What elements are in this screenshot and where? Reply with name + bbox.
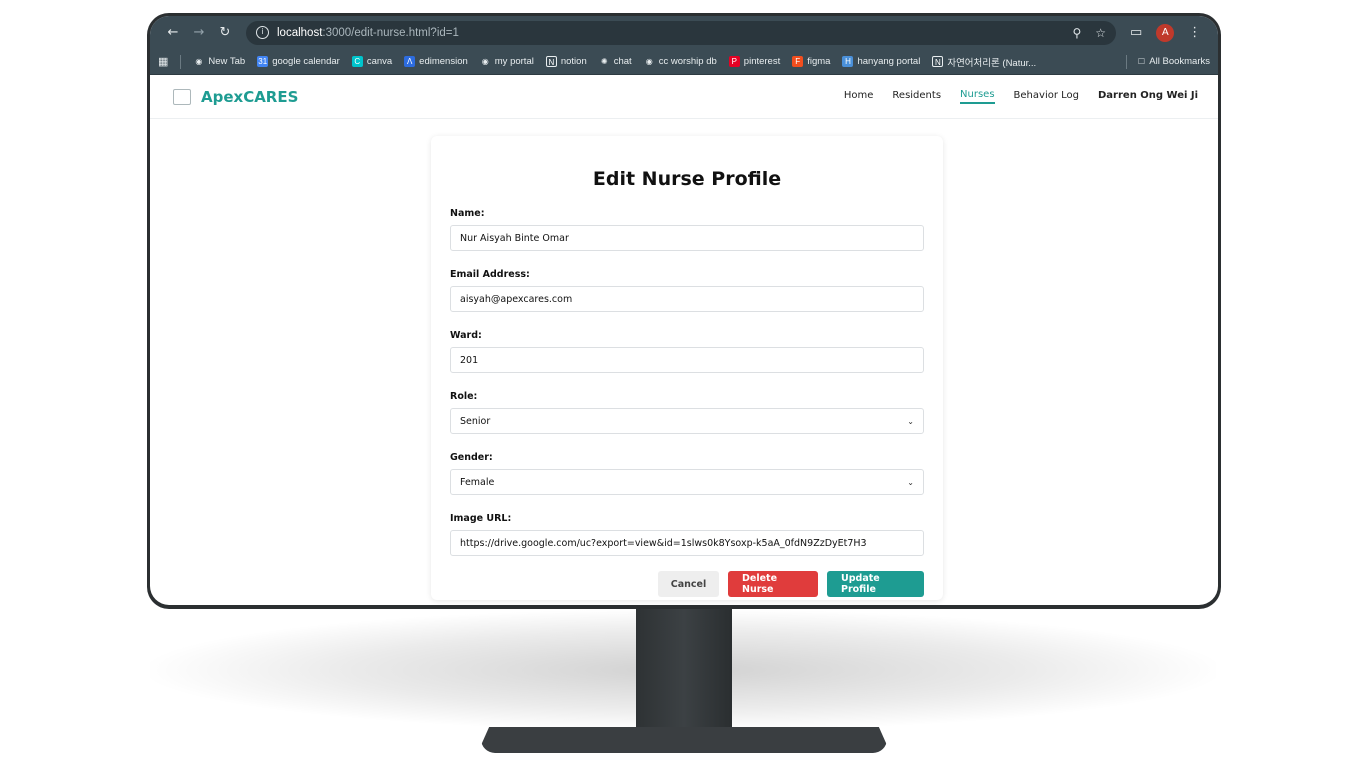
bookmark-item[interactable]: Hhanyang portal <box>842 56 920 67</box>
bookmark-item[interactable]: Ffigma <box>792 56 830 67</box>
extensions-icon[interactable]: ▭ <box>1130 25 1142 40</box>
delete-nurse-button[interactable]: Delete Nurse <box>728 571 818 597</box>
bookmark-label: canva <box>366 56 393 67</box>
globe-icon: ◉ <box>481 57 489 66</box>
canva-icon: C <box>351 56 363 67</box>
gender-select[interactable]: Female ⌄ <box>450 469 924 495</box>
edimension-icon: Λ <box>404 56 416 67</box>
cancel-button[interactable]: Cancel <box>658 571 719 597</box>
bookmark-label: notion <box>560 56 587 67</box>
gender-label: Gender: <box>450 452 493 463</box>
back-icon[interactable]: ← <box>160 25 186 40</box>
role-label: Role: <box>450 391 478 402</box>
apps-grid-icon[interactable]: ▦ <box>158 55 168 68</box>
bookmark-item[interactable]: ◉ cc worship db <box>644 56 717 67</box>
zoom-icon[interactable]: ⚲ <box>1072 26 1081 40</box>
pinterest-icon: P <box>728 56 740 67</box>
all-bookmarks-label: All Bookmarks <box>1149 56 1210 67</box>
bookmark-label: cc worship db <box>658 56 717 67</box>
image-url-value: https://drive.google.com/uc?export=view&… <box>460 537 867 549</box>
chatgpt-icon: ✺ <box>600 57 608 66</box>
brand-name: ApexCARES <box>201 87 299 106</box>
monitor-stand-neck <box>636 609 732 733</box>
bookmark-item[interactable]: Ccanva <box>351 56 393 67</box>
forward-icon[interactable]: → <box>186 25 212 40</box>
notion-icon: N <box>545 56 557 67</box>
profile-avatar-icon[interactable]: A <box>1156 23 1175 42</box>
globe-icon: ◉ <box>645 57 653 66</box>
page-title: Edit Nurse Profile <box>592 168 782 190</box>
calendar-icon: 31 <box>257 56 269 67</box>
menu-dots-icon[interactable]: ⋮ <box>1188 25 1201 40</box>
name-value: Nur Aisyah Binte Omar <box>460 232 569 244</box>
monitor-stand-base <box>481 727 887 753</box>
role-value: Senior <box>460 415 491 427</box>
bookmark-label: 자연어처리론 (Natur... <box>947 57 1037 69</box>
bookmark-item[interactable]: Λedimension <box>404 56 468 67</box>
all-bookmarks-button[interactable]: □ All Bookmarks <box>1139 56 1210 67</box>
url-path: :3000/edit-nurse.html?id=1 <box>322 26 459 39</box>
bookmark-label: figma <box>807 56 831 67</box>
figma-icon: F <box>792 56 804 67</box>
brand-logo-icon <box>173 88 191 105</box>
bookmark-item[interactable]: 31 google calendar <box>257 56 340 67</box>
browser-toolbar: ← → ↻ i localhost:3000/edit-nurse.html?i… <box>150 16 1218 49</box>
update-profile-button[interactable]: Update Profile <box>827 571 924 597</box>
monitor-frame: ← → ↻ i localhost:3000/edit-nurse.html?i… <box>147 13 1221 609</box>
bookmarks-divider <box>180 54 182 69</box>
globe-icon: ◉ <box>195 57 203 66</box>
site-info-icon[interactable]: i <box>256 26 269 39</box>
url-text[interactable]: localhost:3000/edit-nurse.html?id=1 <box>277 27 459 39</box>
bookmarks-bar: ▦ ◉ New Tab 31 google calendar Ccanva Λedimen… <box>150 49 1218 75</box>
bookmark-label: hanyang portal <box>857 56 921 67</box>
form-actions: Cancel Delete Nurse Update Profile <box>450 571 924 597</box>
reload-icon[interactable]: ↻ <box>212 25 238 40</box>
ward-label: Ward: <box>450 330 482 341</box>
bookmark-label: pinterest <box>743 56 781 67</box>
bookmark-label: google calendar <box>272 56 340 67</box>
hanyang-icon: H <box>842 56 854 67</box>
folder-icon: □ <box>1138 56 1145 67</box>
bookmark-item[interactable]: ◉ New Tab <box>193 56 245 67</box>
url-host: localhost <box>277 26 323 39</box>
bookmark-item[interactable]: Ppinterest <box>728 56 781 67</box>
bookmark-label: my portal <box>494 56 534 67</box>
bookmarks-divider <box>1125 54 1127 69</box>
user-profile-link[interactable]: Darren Ong Wei Jie <box>1098 90 1198 103</box>
email-value: aisyah@apexcares.com <box>460 293 573 305</box>
chevron-down-icon: ⌄ <box>907 477 914 487</box>
edit-nurse-card: Edit Nurse Profile Name: Nur Aisyah Bint… <box>431 136 943 600</box>
image-url-input[interactable]: https://drive.google.com/uc?export=view&… <box>450 530 924 556</box>
bookmark-item[interactable]: ✺ chat <box>599 56 632 67</box>
email-label: Email Address: <box>450 269 530 280</box>
image-url-label: Image URL: <box>450 513 512 524</box>
bookmark-label: chat <box>613 56 632 67</box>
app-navbar: ApexCARES Home Residents Nurses Behavior… <box>150 75 1218 119</box>
browser-window: ← → ↻ i localhost:3000/edit-nurse.html?i… <box>150 16 1218 605</box>
address-bar[interactable]: i localhost:3000/edit-nurse.html?id=1 ⚲ … <box>246 20 1116 45</box>
chevron-down-icon: ⌄ <box>907 416 914 426</box>
nav-links: Home Residents Nurses Behavior Log Darre… <box>844 89 1198 104</box>
ward-value: 201 <box>460 354 479 366</box>
bookmark-label: New Tab <box>208 56 246 67</box>
bookmark-item[interactable]: N 자연어처리론 (Natur... <box>932 55 1036 69</box>
nav-behavior-log[interactable]: Behavior Log <box>1014 90 1079 103</box>
role-select[interactable]: Senior ⌄ <box>450 408 924 434</box>
star-icon[interactable]: ☆ <box>1095 26 1106 40</box>
name-input[interactable]: Nur Aisyah Binte Omar <box>450 225 924 251</box>
ward-input[interactable]: 201 <box>450 347 924 373</box>
email-input[interactable]: aisyah@apexcares.com <box>450 286 924 312</box>
bookmark-item[interactable]: ◉ my portal <box>480 56 534 67</box>
brand[interactable]: ApexCARES <box>173 88 298 106</box>
gender-value: Female <box>460 476 495 488</box>
bookmark-label: edimension <box>419 56 468 67</box>
bookmark-item[interactable]: Nnotion <box>545 56 587 67</box>
nav-residents[interactable]: Residents <box>892 90 941 103</box>
name-label: Name: <box>450 208 485 219</box>
nav-nurses[interactable]: Nurses <box>960 89 995 104</box>
notion-icon: N <box>932 56 944 67</box>
nav-home[interactable]: Home <box>844 90 874 103</box>
